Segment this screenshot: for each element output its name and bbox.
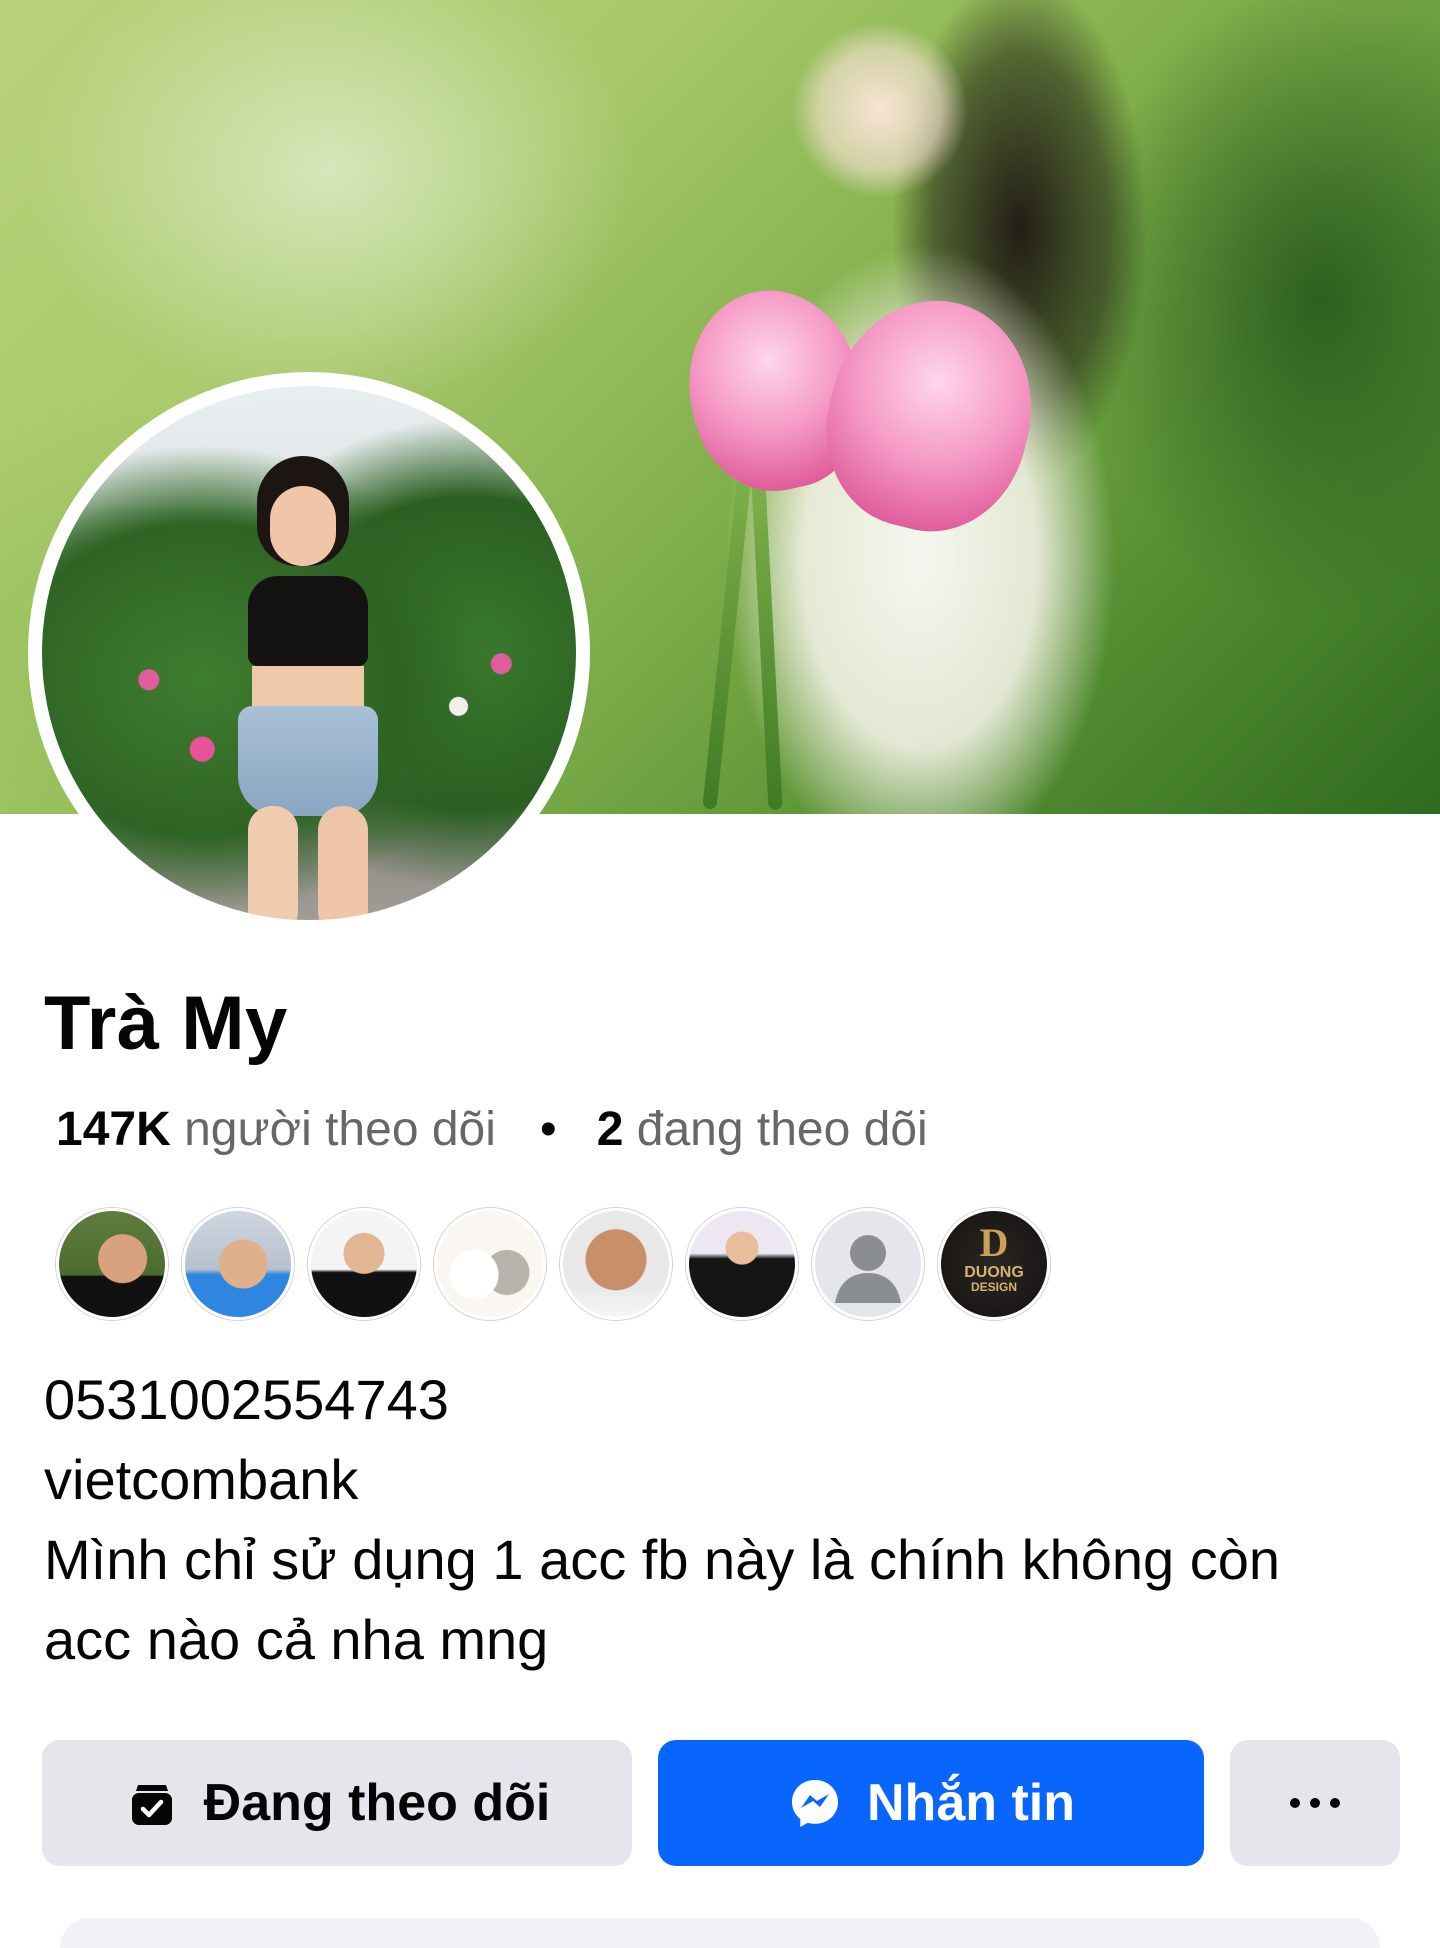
- lotus-stem: [751, 479, 783, 811]
- followers-label: người theo dõi: [184, 1103, 496, 1156]
- logo-letter: D: [979, 1220, 1009, 1265]
- avatar-face: [270, 486, 336, 566]
- avatar-leg: [318, 806, 368, 920]
- bio-line: Mình chỉ sử dụng 1 acc fb này là chính k…: [44, 1528, 1281, 1591]
- logo-sub: DESIGN: [970, 1280, 1017, 1294]
- following-button[interactable]: Đang theo dõi: [42, 1740, 632, 1866]
- more-options-button[interactable]: [1230, 1740, 1400, 1866]
- following-label: đang theo dõi: [636, 1103, 928, 1156]
- bio-line: vietcombank: [44, 1448, 359, 1511]
- lotus-flower: [805, 279, 1055, 551]
- follower-avatar[interactable]: [308, 1208, 420, 1320]
- profile-name: Trà My: [44, 981, 288, 1066]
- followers-count: 147K: [56, 1103, 171, 1156]
- avatar-shorts: [238, 706, 378, 816]
- avatar-leg: [248, 806, 298, 920]
- follower-avatar-logo[interactable]: D DUONG DESIGN: [938, 1208, 1050, 1320]
- messenger-icon: [792, 1780, 838, 1827]
- follower-avatar[interactable]: [812, 1208, 924, 1320]
- following-count: 2: [596, 1103, 624, 1156]
- message-button-label: Nhắn tin: [867, 1774, 1075, 1832]
- more-horizontal-icon: [1290, 1798, 1340, 1808]
- profile-avatar[interactable]: [42, 386, 576, 920]
- default-person-icon: [835, 1235, 901, 1303]
- follower-avatar[interactable]: [560, 1208, 672, 1320]
- following-button-label: Đang theo dõi: [203, 1774, 551, 1832]
- followers-link[interactable]: 147K người theo dõi: [56, 1103, 496, 1156]
- bio-line: 0531002554743: [44, 1368, 449, 1431]
- profile-bio: 0531002554743 vietcombank Mình chỉ sử dụ…: [44, 1360, 1404, 1680]
- next-section-card: [60, 1918, 1380, 1948]
- bio-line: acc nào cả nha mng: [44, 1608, 549, 1671]
- message-button[interactable]: Nhắn tin: [658, 1740, 1204, 1866]
- profile-page: Trà My 147K người theo dõi • 2 đang theo d…: [0, 0, 1440, 1948]
- avatar-top: [248, 576, 368, 666]
- follower-avatar[interactable]: [434, 1208, 546, 1320]
- stats-separator: •: [539, 1103, 557, 1156]
- lotus-stem: [702, 470, 752, 810]
- follower-avatar[interactable]: [182, 1208, 294, 1320]
- avatar-waist: [252, 666, 364, 706]
- profile-stats: 147K người theo dõi • 2 đang theo dõi: [56, 1102, 928, 1157]
- follower-avatar[interactable]: [56, 1208, 168, 1320]
- follower-avatar[interactable]: [686, 1208, 798, 1320]
- following-bag-check-icon: [131, 1785, 172, 1825]
- following-link[interactable]: 2 đang theo dõi: [597, 1103, 928, 1156]
- logo-name: DUONG: [964, 1264, 1024, 1281]
